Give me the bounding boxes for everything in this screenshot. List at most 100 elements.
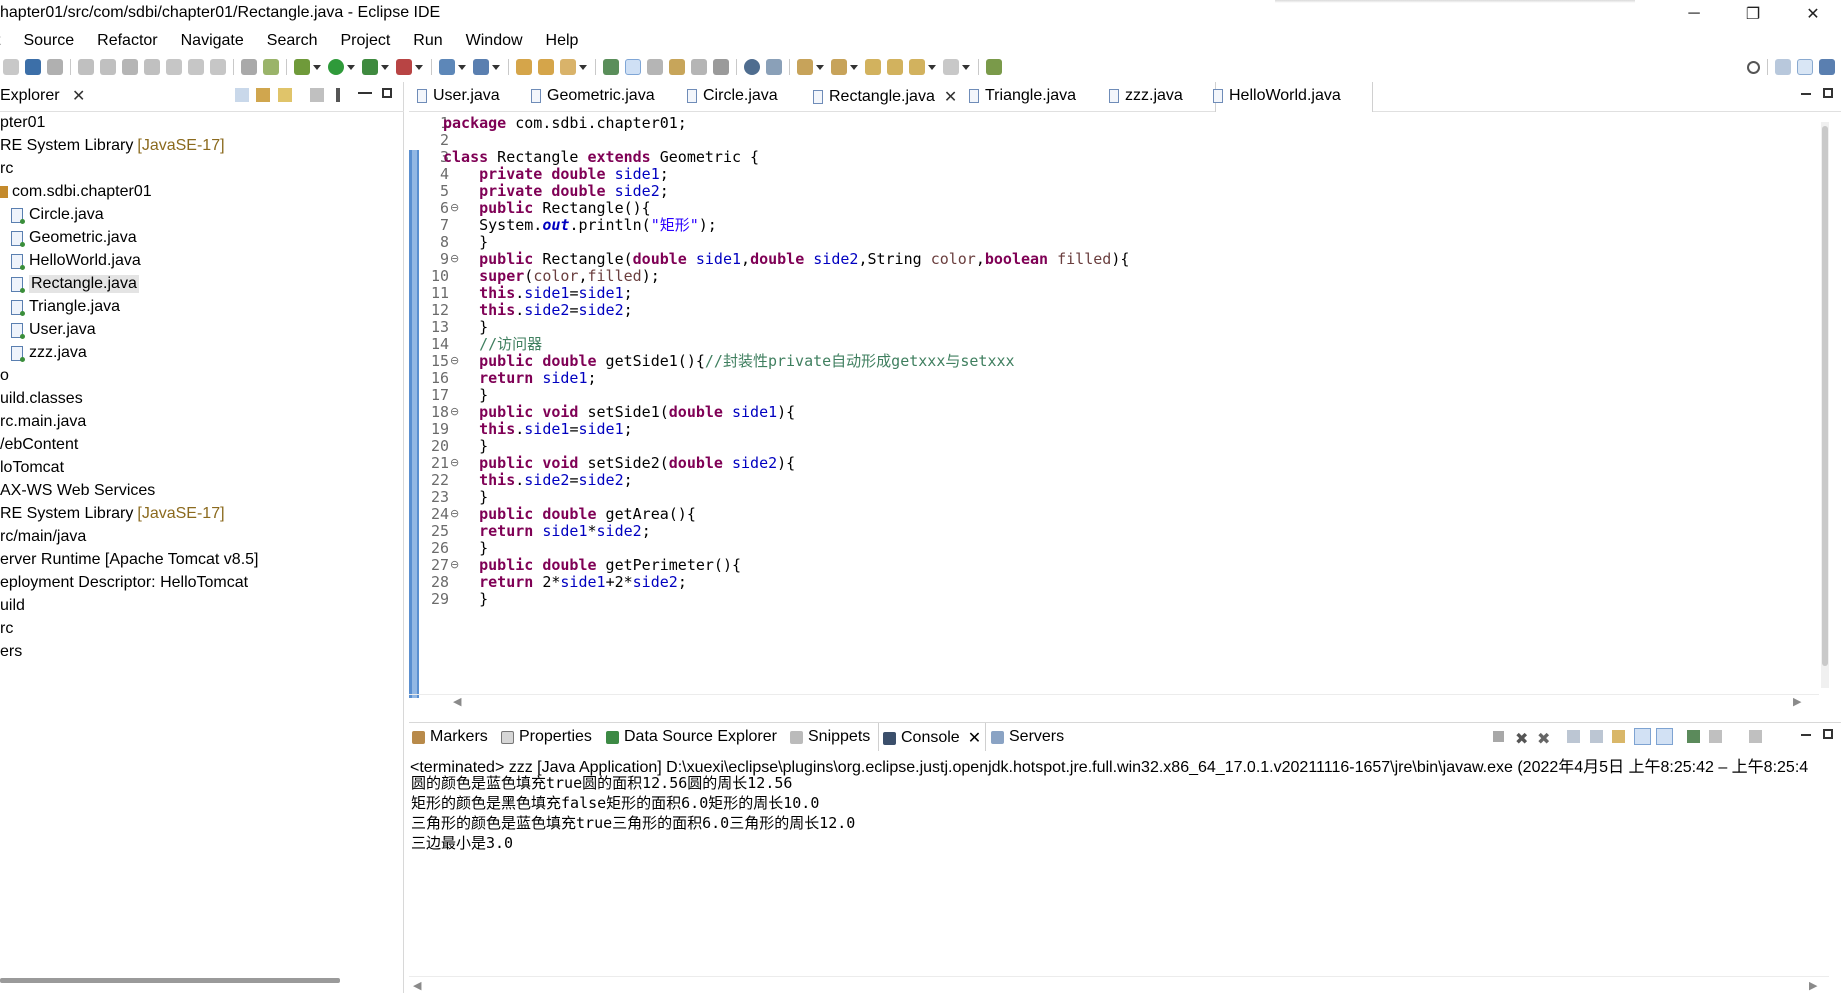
word-wrap-console-icon[interactable] xyxy=(1612,730,1625,743)
menu-window[interactable]: Window xyxy=(455,32,535,50)
tree-item[interactable]: rc xyxy=(0,158,13,180)
editor-horizontal-scrollbar[interactable]: ◀ ▶ xyxy=(409,694,1819,710)
tab-snippets[interactable]: Snippets xyxy=(790,728,870,746)
back-icon[interactable] xyxy=(909,59,925,75)
tab-zzz-java[interactable]: zzz.java xyxy=(1109,87,1183,105)
drop-to-frame-icon[interactable] xyxy=(241,59,257,75)
web-browser-icon[interactable] xyxy=(744,59,760,75)
debug-icon[interactable] xyxy=(294,59,310,75)
console-close-icon[interactable]: ✕ xyxy=(968,728,981,748)
coverage-dropdown-icon[interactable] xyxy=(381,64,389,70)
console-output[interactable]: 圆的颜色是蓝色填充true圆的面积12.56圆的周长12.56 矩形的颜色是黑色… xyxy=(411,773,855,853)
search-tool-icon[interactable] xyxy=(560,59,576,75)
open-console-icon[interactable] xyxy=(1749,730,1762,743)
tree-item-package[interactable]: com.sdbi.chapter01 xyxy=(0,181,152,203)
close-window-button[interactable]: ✕ xyxy=(1790,0,1836,28)
disconnect-icon[interactable] xyxy=(144,59,160,75)
new-server-dropdown-icon[interactable] xyxy=(458,64,466,70)
mark-occurrences-icon[interactable] xyxy=(625,59,641,75)
tree-item[interactable]: rc.main.java xyxy=(0,411,86,433)
link-with-editor-icon[interactable] xyxy=(256,88,270,102)
collapse-all-icon[interactable] xyxy=(235,88,249,102)
menu-refactor[interactable]: Refactor xyxy=(86,32,169,50)
clear-console-icon[interactable] xyxy=(1567,730,1580,743)
search-icon[interactable] xyxy=(1747,60,1760,74)
coverage-icon[interactable] xyxy=(362,59,378,75)
step-over-icon[interactable] xyxy=(188,59,204,75)
scroll-left-icon[interactable]: ◀ xyxy=(453,695,461,708)
tree-item[interactable]: rc xyxy=(0,618,13,640)
minimize-view-icon[interactable] xyxy=(358,92,372,94)
tree-item-file[interactable]: HelloWorld.java xyxy=(11,250,141,272)
toggle-java-editor-icon[interactable] xyxy=(691,59,707,75)
tree-item-file[interactable]: Geometric.java xyxy=(11,227,137,249)
save-all-icon[interactable] xyxy=(3,59,19,75)
scroll-lock-icon[interactable] xyxy=(1590,730,1603,743)
toggle-breadcrumb-icon[interactable] xyxy=(603,59,619,75)
run-dropdown-icon[interactable] xyxy=(347,64,355,70)
editor-scroll-thumb[interactable] xyxy=(1822,126,1828,666)
tree-item-file[interactable]: Triangle.java xyxy=(11,296,120,318)
scroll-right-icon[interactable]: ▶ xyxy=(1809,979,1817,992)
previous-annotation-icon[interactable] xyxy=(831,59,847,75)
tab-console[interactable]: Console ✕ xyxy=(883,728,981,748)
debug-dropdown-icon[interactable] xyxy=(313,64,321,70)
new-server-icon[interactable] xyxy=(439,59,455,75)
tree-item[interactable]: RE System Library [JavaSE-17] xyxy=(0,503,225,525)
external-tools-dropdown-icon[interactable] xyxy=(415,64,423,70)
menu-source[interactable]: Source xyxy=(12,32,86,50)
java-ee-perspective-icon[interactable] xyxy=(1797,59,1813,75)
console-vertical-scrollbar[interactable] xyxy=(1828,779,1838,979)
tree-item[interactable]: uild.classes xyxy=(0,388,83,410)
view-menu-icon[interactable] xyxy=(336,88,340,102)
show-on-error-icon[interactable] xyxy=(1656,728,1673,745)
tab-data-source-explorer[interactable]: Data Source Explorer xyxy=(606,728,777,746)
scroll-right-icon[interactable]: ▶ xyxy=(1793,695,1801,708)
next-annotation-icon[interactable] xyxy=(797,59,813,75)
tab-helloworld-java[interactable]: HelloWorld.java xyxy=(1213,87,1341,105)
minimize-console-icon[interactable] xyxy=(1801,734,1811,736)
new-java-dropdown-icon[interactable] xyxy=(492,64,500,70)
tab-user-java[interactable]: User.java xyxy=(417,87,500,105)
resume-icon[interactable] xyxy=(78,59,94,75)
console-horizontal-scrollbar[interactable]: ◀ ▶ xyxy=(409,976,1829,993)
remove-all-terminated-icon[interactable]: ✖ xyxy=(1537,729,1550,749)
menu-file[interactable]: t xyxy=(0,32,12,50)
block-selection-icon[interactable] xyxy=(647,59,663,75)
open-task-icon[interactable] xyxy=(538,59,554,75)
explorer-close-icon[interactable]: ✕ xyxy=(72,86,85,106)
tab-circle-java[interactable]: Circle.java xyxy=(687,87,778,105)
tree-item[interactable]: ers xyxy=(0,641,22,663)
terminate-icon[interactable] xyxy=(122,59,138,75)
skip-breakpoints-icon[interactable] xyxy=(47,59,63,75)
wizard-icon[interactable] xyxy=(766,59,782,75)
explorer-horizontal-scrollbar[interactable] xyxy=(0,978,340,983)
pin-editor-icon[interactable] xyxy=(986,59,1002,75)
menu-project[interactable]: Project xyxy=(329,32,402,50)
external-tools-icon[interactable] xyxy=(396,59,412,75)
menu-navigate[interactable]: Navigate xyxy=(170,32,256,50)
open-perspective-icon[interactable] xyxy=(1775,59,1791,75)
code-line[interactable]: package com.sdbi.chapter01; xyxy=(443,113,687,133)
tree-item[interactable]: RE System Library [JavaSE-17] xyxy=(0,135,225,157)
minimize-button[interactable]: ─ xyxy=(1671,0,1717,28)
scroll-left-icon[interactable]: ◀ xyxy=(413,979,421,992)
tab-properties[interactable]: Properties xyxy=(501,728,592,746)
tab-servers[interactable]: Servers xyxy=(991,728,1064,746)
minimize-editor-icon[interactable] xyxy=(1801,93,1811,95)
menu-search[interactable]: Search xyxy=(256,32,330,50)
step-into-icon[interactable] xyxy=(166,59,182,75)
forward-icon[interactable] xyxy=(943,59,959,75)
tree-item[interactable]: eployment Descriptor: HelloTomcat xyxy=(0,572,248,594)
explorer-tab-title[interactable]: Explorer xyxy=(0,87,60,105)
restore-button[interactable]: ❐ xyxy=(1730,0,1776,28)
tab-close-icon[interactable]: ✕ xyxy=(944,87,957,107)
code-line[interactable]: } xyxy=(443,589,488,609)
display-console-icon[interactable] xyxy=(1709,730,1722,743)
tree-item-file[interactable]: User.java xyxy=(11,319,96,341)
remove-launch-icon[interactable]: ✖ xyxy=(1515,729,1528,749)
tree-item[interactable]: erver Runtime [Apache Tomcat v8.5] xyxy=(0,549,259,571)
maximize-view-icon[interactable] xyxy=(382,88,392,98)
step-return-icon[interactable] xyxy=(210,59,226,75)
tab-rectangle-java[interactable]: Rectangle.java ✕ xyxy=(813,87,957,107)
